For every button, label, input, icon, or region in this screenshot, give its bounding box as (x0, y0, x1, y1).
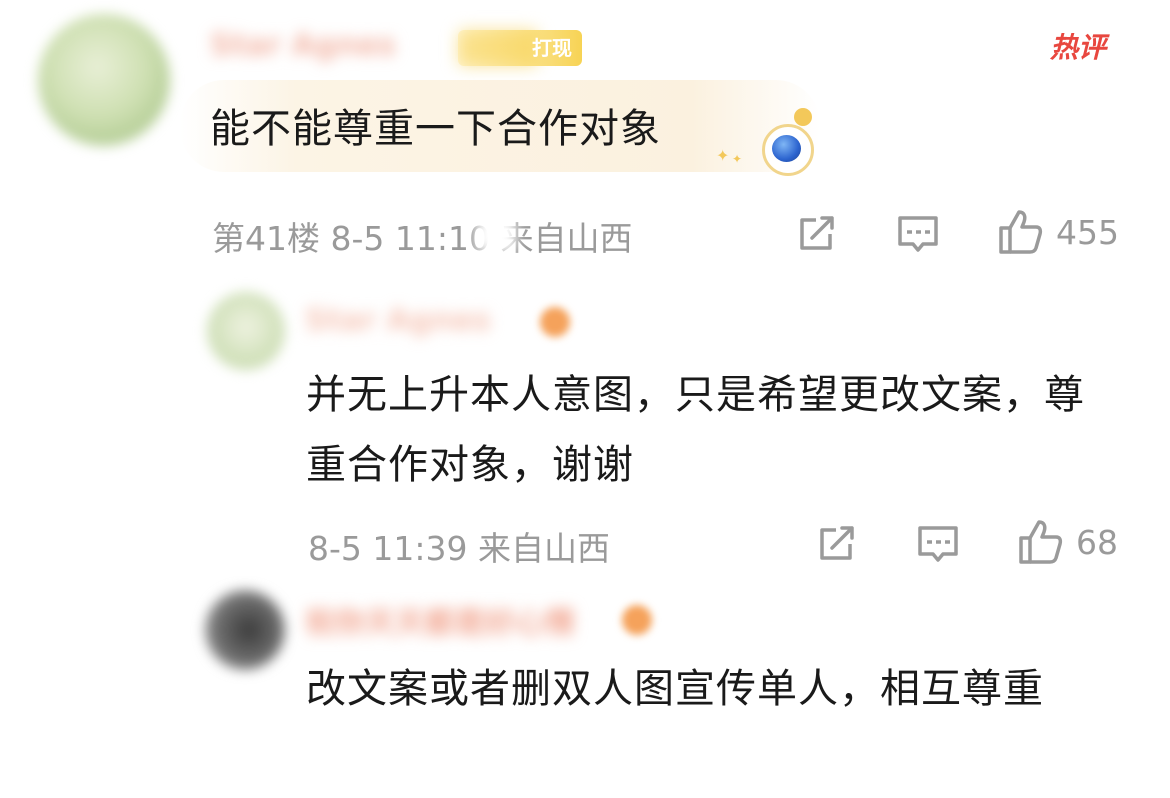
comment-meta: 第41楼 8-5 11:10 来自山西 (212, 219, 633, 258)
like-button[interactable]: 455 (996, 208, 1119, 256)
username[interactable]: Star Agnes (210, 28, 396, 63)
username[interactable]: Star Agnes (305, 303, 491, 338)
comment-button[interactable] (916, 522, 960, 566)
user-badge: 打现 (458, 30, 582, 66)
like-count: 68 (1076, 522, 1118, 562)
repost-button[interactable] (796, 212, 838, 254)
comment-text: 能不能尊重一下合作对象 (210, 106, 661, 152)
avatar[interactable] (205, 590, 285, 670)
reply-text: 并无上升本人意图，只是希望更改文案，尊重合作对象，谢谢 (306, 372, 1085, 488)
like-count: 455 (1056, 212, 1119, 252)
avatar[interactable] (38, 14, 170, 146)
verified-badge-icon (622, 605, 652, 635)
comment-icon (898, 216, 938, 252)
reply-meta: 8-5 11:39 来自山西 (308, 529, 610, 568)
thumbs-up-icon (1019, 520, 1063, 564)
repost-button[interactable] (816, 522, 858, 564)
repost-icon (800, 216, 834, 250)
comment-icon (918, 526, 958, 562)
thumbs-up-icon (999, 210, 1043, 254)
avatar[interactable] (207, 292, 285, 370)
verified-badge-icon (540, 307, 570, 337)
username[interactable]: 祝你天天都是好心情 (305, 598, 575, 642)
hot-comment-tag: 热评 (1050, 16, 1121, 70)
comment-button[interactable] (896, 212, 940, 256)
astronaut-bubble-icon: ✦ ✦ (716, 108, 820, 178)
repost-icon (820, 526, 854, 560)
reply-text: 改文案或者删双人图宣传单人，相互尊重 (306, 666, 1044, 712)
like-button[interactable]: 68 (1016, 518, 1118, 566)
